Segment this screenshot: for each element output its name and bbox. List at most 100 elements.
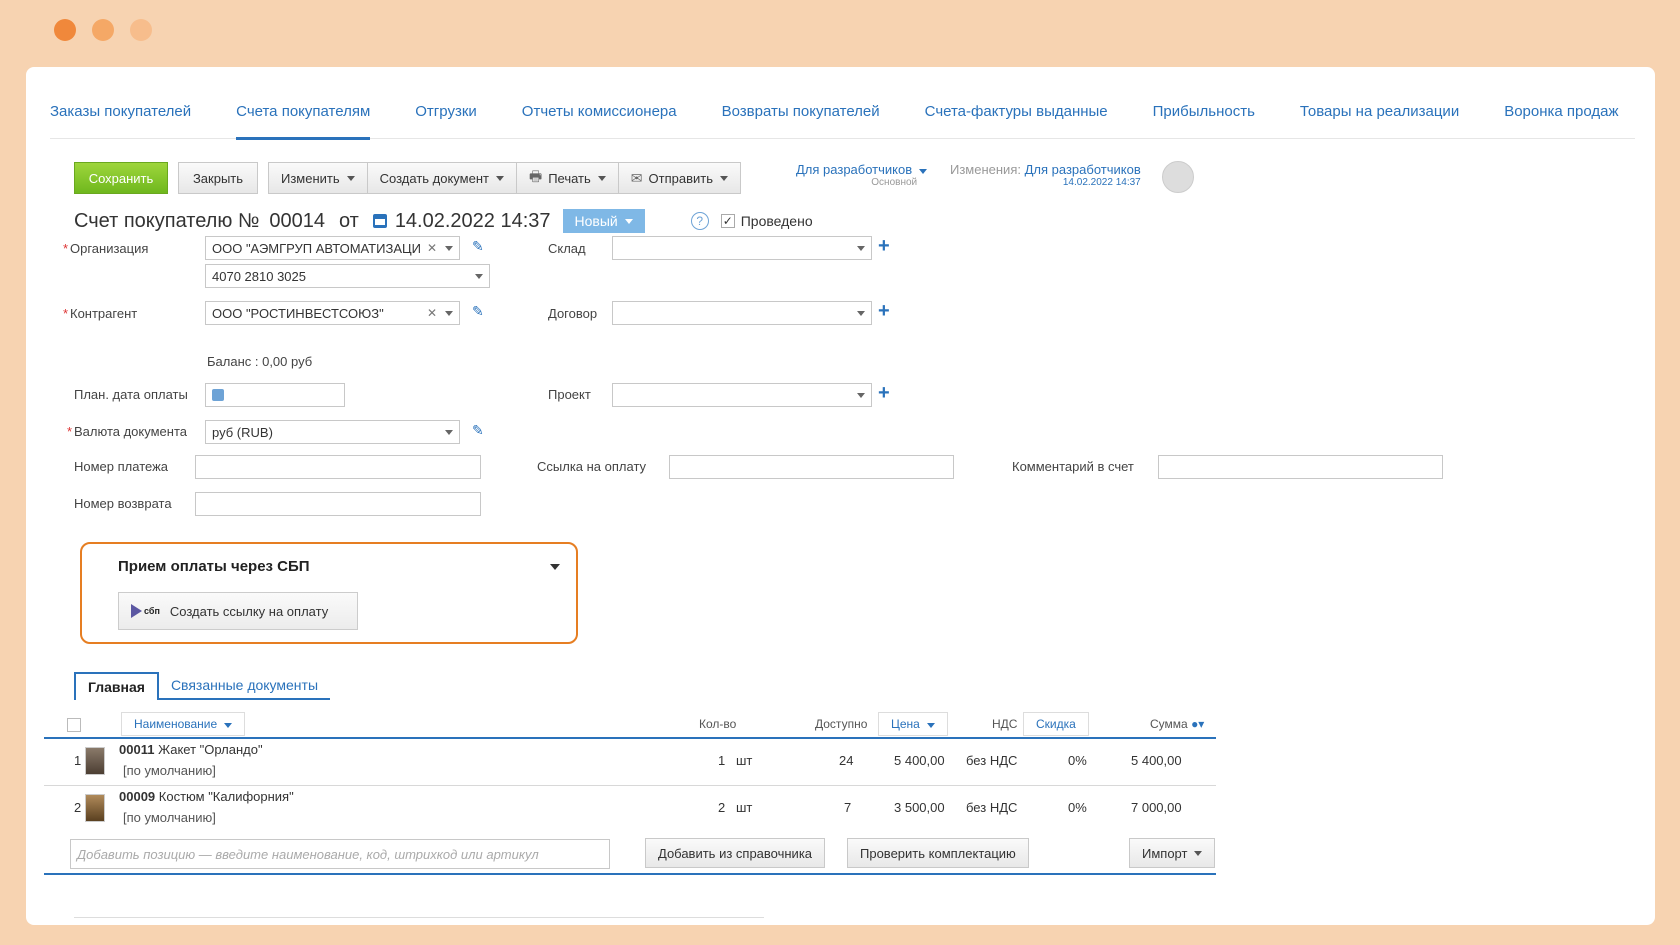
- sbp-logo-icon: сбп: [131, 604, 160, 618]
- print-button[interactable]: 🖶 Печать: [515, 162, 618, 194]
- changes-info: Изменения: Для разработчиков 14.02.2022 …: [950, 162, 1141, 188]
- add-contract-icon[interactable]: +: [878, 300, 890, 323]
- qty-column-header: Кол-во: [699, 717, 737, 731]
- tab-sales-funnel[interactable]: Воронка продаж: [1504, 103, 1618, 138]
- discount-value[interactable]: 0%: [1068, 800, 1087, 815]
- avatar[interactable]: [1162, 161, 1194, 193]
- chevron-down-icon: [597, 175, 606, 181]
- vat-column-header: НДС: [992, 717, 1018, 731]
- chevron-down-icon: [857, 245, 865, 251]
- tab-goods-on-sale[interactable]: Товары на реализации: [1300, 103, 1459, 138]
- chevron-down-icon: [857, 392, 865, 398]
- clear-icon[interactable]: ✕: [427, 241, 437, 255]
- plan-payment-date-input[interactable]: [205, 383, 345, 407]
- add-position-input[interactable]: Добавить позицию — введите наименование,…: [70, 839, 610, 869]
- print-label: Печать: [548, 170, 591, 186]
- import-button[interactable]: Импорт: [1129, 838, 1216, 868]
- maximize-window-dot[interactable]: [130, 19, 152, 41]
- counterparty-select[interactable]: ООО "РОСТИНВЕСТСОЮЗ" ✕: [205, 301, 460, 325]
- calendar-icon[interactable]: [372, 214, 387, 228]
- product-title: Костюм "Калифорния": [158, 789, 294, 804]
- edit-button[interactable]: Изменить: [268, 162, 367, 194]
- price-column-header[interactable]: Цена: [878, 712, 948, 736]
- changes-author-link[interactable]: Для разработчиков: [1025, 162, 1141, 177]
- chevron-down-icon: [624, 218, 633, 224]
- tab-related-documents[interactable]: Связанные документы: [158, 672, 331, 700]
- tab-customer-returns[interactable]: Возвраты покупателей: [722, 103, 880, 138]
- product-variant[interactable]: [по умолчанию]: [123, 763, 216, 778]
- vat-value[interactable]: без НДС: [966, 800, 1017, 815]
- edit-pencil-icon[interactable]: ✎: [472, 422, 484, 439]
- organization-select[interactable]: ООО "АЭМГРУП АВТОМАТИЗАЦИ ✕: [205, 236, 460, 260]
- chevron-down-icon: [445, 310, 453, 316]
- quantity-value[interactable]: 1: [718, 753, 725, 768]
- discount-value[interactable]: 0%: [1068, 753, 1087, 768]
- create-document-button[interactable]: Создать документ: [366, 162, 516, 194]
- help-icon[interactable]: ?: [690, 212, 709, 230]
- collapse-chevron-icon[interactable]: [550, 564, 560, 570]
- balance-text: Баланс : 0,00 руб: [207, 354, 313, 369]
- discount-column-header[interactable]: Скидка: [1023, 712, 1089, 736]
- posted-checkbox[interactable]: ✓: [720, 214, 735, 228]
- close-window-dot[interactable]: [54, 19, 76, 41]
- document-datetime[interactable]: 14.02.2022 14:37: [395, 210, 551, 233]
- add-project-icon[interactable]: +: [878, 382, 890, 405]
- return-number-label: Номер возврата: [74, 496, 172, 511]
- edit-pencil-icon[interactable]: ✎: [472, 238, 484, 255]
- counterparty-value: ООО "РОСТИНВЕСТСОЮЗ": [212, 305, 384, 321]
- window-controls: [54, 19, 152, 41]
- sbp-logo-text: сбп: [144, 606, 160, 616]
- payment-number-input[interactable]: [195, 455, 481, 479]
- document-number[interactable]: 00014: [269, 210, 325, 233]
- currency-select[interactable]: руб (RUB): [205, 420, 460, 444]
- save-button[interactable]: Сохранить: [74, 162, 168, 194]
- product-name[interactable]: 00009 Костюм "Калифорния": [119, 789, 294, 804]
- sbp-logo-mark: [131, 604, 142, 618]
- items-table-header: Наименование Кол-во Доступно Цена НДС Ск…: [44, 711, 1216, 739]
- return-number-input[interactable]: [195, 492, 481, 516]
- contract-select[interactable]: [612, 301, 872, 325]
- product-variant[interactable]: [по умолчанию]: [123, 810, 216, 825]
- calendar-icon[interactable]: [212, 389, 224, 401]
- quantity-value[interactable]: 2: [718, 800, 725, 815]
- tab-shipments[interactable]: Отгрузки: [415, 103, 477, 138]
- tab-commission-reports[interactable]: Отчеты комиссионера: [522, 103, 677, 138]
- developers-menu[interactable]: Для разработчиков Основной: [796, 162, 928, 188]
- invoice-comment-input[interactable]: [1158, 455, 1443, 479]
- table-row[interactable]: 2 00009 Костюм "Калифорния" [по умолчани…: [44, 786, 1216, 833]
- settings-gear-icon[interactable]: ●▾: [1191, 717, 1204, 731]
- table-row[interactable]: 1 00011 Жакет "Орландо" [по умолчанию] 1…: [44, 739, 1216, 786]
- price-value[interactable]: 3 500,00: [894, 800, 945, 815]
- tab-customer-orders[interactable]: Заказы покупателей: [50, 103, 191, 138]
- tab-profitability[interactable]: Прибыльность: [1153, 103, 1255, 138]
- add-from-catalog-button[interactable]: Добавить из справочника: [645, 838, 826, 868]
- chevron-down-icon: [475, 273, 483, 279]
- name-column-header[interactable]: Наименование: [121, 712, 246, 736]
- vat-value[interactable]: без НДС: [966, 753, 1017, 768]
- price-value[interactable]: 5 400,00: [894, 753, 945, 768]
- tab-main[interactable]: Главная: [74, 672, 159, 700]
- status-dropdown[interactable]: Новый: [562, 209, 645, 233]
- bank-account-value: 4070 2810 3025: [212, 268, 306, 284]
- close-button[interactable]: Закрыть: [178, 162, 258, 194]
- invoice-comment-label: Комментарий в счет: [1012, 459, 1134, 474]
- bank-account-select[interactable]: 4070 2810 3025: [205, 264, 490, 288]
- product-name[interactable]: 00011 Жакет "Орландо": [119, 742, 263, 757]
- available-column-header: Доступно: [815, 717, 868, 731]
- add-warehouse-icon[interactable]: +: [878, 235, 890, 258]
- payment-link-input[interactable]: [669, 455, 954, 479]
- edit-pencil-icon[interactable]: ✎: [472, 303, 484, 320]
- clear-icon[interactable]: ✕: [427, 306, 437, 320]
- tab-issued-invoices[interactable]: Счета-фактуры выданные: [925, 103, 1108, 138]
- create-payment-link-button[interactable]: сбп Создать ссылку на оплату: [118, 592, 358, 630]
- warehouse-select[interactable]: [612, 236, 872, 260]
- chevron-down-icon: [224, 723, 233, 728]
- send-button[interactable]: ✉ Отправить: [617, 162, 741, 194]
- minimize-window-dot[interactable]: [92, 19, 114, 41]
- check-kit-button[interactable]: Проверить комплектацию: [847, 838, 1029, 868]
- tab-customer-invoices[interactable]: Счета покупателям: [236, 103, 371, 140]
- project-select[interactable]: [612, 383, 872, 407]
- create-document-label: Создать документ: [379, 170, 489, 186]
- select-all-checkbox[interactable]: [67, 718, 81, 732]
- organization-label: Организация: [63, 241, 148, 256]
